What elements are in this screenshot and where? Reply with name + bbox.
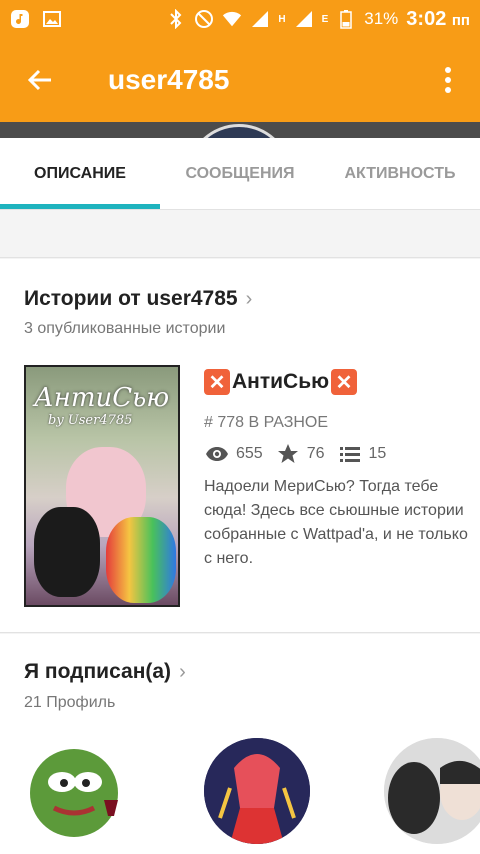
following-avatar[interactable] bbox=[204, 738, 310, 844]
following-section: Я подписан(а) › 21 Профиль bbox=[0, 634, 480, 854]
following-title: Я подписан(а) bbox=[24, 660, 172, 683]
story-rank: # 778 В РАЗНОЕ bbox=[204, 414, 329, 431]
do-not-disturb-icon bbox=[194, 9, 214, 29]
music-app-icon bbox=[10, 9, 30, 29]
profile-tabs: ОПИСАНИЕ СООБЩЕНИЯ АКТИВНОСТЬ bbox=[0, 138, 480, 210]
section-divider bbox=[0, 210, 480, 258]
reads-count: 655 bbox=[236, 445, 263, 462]
following-header[interactable]: Я подписан(а) › bbox=[24, 660, 186, 684]
tab-messages[interactable]: СООБЩЕНИЯ bbox=[160, 138, 320, 209]
story-stats: 655 76 15 bbox=[204, 443, 386, 465]
status-bar: H E 31% 3:02 пп bbox=[0, 0, 480, 38]
chevron-right-icon: › bbox=[179, 660, 186, 683]
parts-count: 15 bbox=[368, 445, 387, 462]
story-title[interactable]: ✕ АнтиСью ✕ bbox=[204, 369, 358, 395]
following-avatar[interactable] bbox=[24, 738, 130, 844]
cover-title: АнтиСью bbox=[34, 383, 170, 413]
tab-description[interactable]: ОПИСАНИЕ bbox=[0, 138, 160, 209]
star-icon bbox=[275, 443, 301, 465]
battery-percent: 31% bbox=[364, 9, 399, 28]
profile-avatar[interactable] bbox=[186, 124, 292, 138]
list-icon bbox=[337, 443, 363, 465]
story-cover[interactable]: АнтиСью by User4785 bbox=[24, 365, 180, 607]
bluetooth-icon bbox=[166, 9, 186, 29]
eye-icon bbox=[204, 443, 230, 465]
back-arrow-icon[interactable] bbox=[20, 60, 60, 100]
gallery-icon bbox=[42, 9, 62, 29]
stories-header[interactable]: Истории от user4785 › bbox=[24, 287, 252, 311]
votes-count: 76 bbox=[306, 445, 325, 462]
stories-count: 3 опубликованные истории bbox=[24, 320, 226, 337]
clock-time: 3:02 bbox=[406, 7, 447, 30]
cover-subtitle: by User4785 bbox=[48, 413, 133, 428]
story-title-text: АнтиСью bbox=[232, 370, 330, 393]
signal-icon-1 bbox=[250, 9, 270, 29]
clock: 3:02 пп bbox=[406, 8, 470, 31]
tab-activity[interactable]: АКТИВНОСТЬ bbox=[320, 138, 480, 209]
story-description: Надоели МериСью? Тогда тебе сюда! Здесь … bbox=[204, 478, 468, 567]
stories-section: Истории от user4785 › 3 опубликованные и… bbox=[0, 259, 480, 633]
signal-icon-2 bbox=[294, 9, 314, 29]
network-type-e: E bbox=[321, 13, 329, 25]
profile-header-background bbox=[0, 122, 480, 138]
cross-mark-icon: ✕ bbox=[204, 369, 230, 395]
page-title: user4785 bbox=[108, 64, 230, 95]
wifi-icon bbox=[222, 9, 242, 29]
following-count: 21 Профиль bbox=[24, 694, 116, 711]
battery-icon bbox=[336, 9, 356, 29]
cross-mark-icon: ✕ bbox=[331, 369, 358, 395]
network-type-h: H bbox=[278, 13, 286, 25]
cover-art-figure bbox=[34, 507, 100, 597]
clock-ampm: пп bbox=[451, 11, 470, 29]
cover-art-figure bbox=[106, 517, 176, 603]
following-avatar[interactable] bbox=[384, 738, 480, 844]
chevron-right-icon: › bbox=[245, 287, 253, 310]
more-options-icon[interactable] bbox=[436, 60, 460, 100]
stories-title: Истории от user4785 bbox=[24, 287, 238, 310]
app-bar: user4785 bbox=[0, 38, 480, 122]
